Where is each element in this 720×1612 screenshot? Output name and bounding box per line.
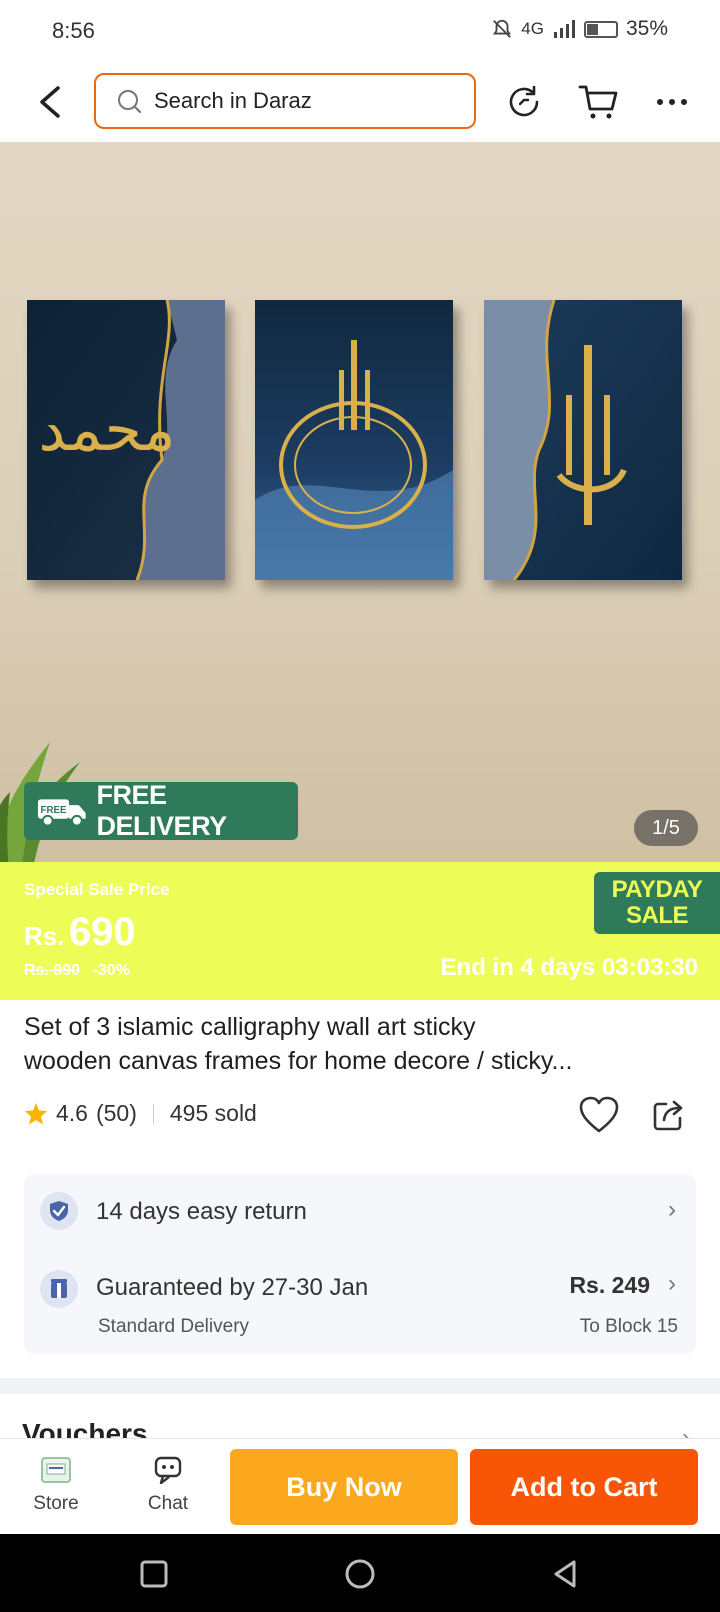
rating-row[interactable]: 4.6 (50) 495 sold xyxy=(24,1100,257,1127)
history-button[interactable] xyxy=(500,78,548,126)
chat-button[interactable]: Chat xyxy=(128,1451,208,1515)
service-card: 14 days easy return › Guaranteed by 27-3… xyxy=(24,1174,696,1354)
delivery-truck-icon: FREE xyxy=(37,799,86,827)
back-button[interactable] xyxy=(32,80,72,124)
sale-countdown: End in 4 days 03:03:30 xyxy=(440,954,698,981)
store-label: Store xyxy=(33,1493,79,1514)
payday-sale-badge: PAYDAY SALE xyxy=(594,872,720,934)
product-title: Set of 3 islamic calligraphy wall art st… xyxy=(24,1010,700,1078)
chat-label: Chat xyxy=(147,1493,189,1514)
store-button[interactable]: Store xyxy=(16,1451,96,1515)
section-divider xyxy=(0,1378,720,1394)
rating-value: 4.6 xyxy=(56,1100,88,1126)
sale-banner: Special Sale Price Rs. 690 Rs. 990 -30% … xyxy=(0,862,720,1000)
delivery-box-icon xyxy=(40,1270,78,1308)
delivery-price: Rs. 249 xyxy=(569,1272,650,1298)
refresh-history-icon xyxy=(509,85,539,117)
old-price-row: Rs. 990 -30% xyxy=(24,962,130,980)
chat-icon xyxy=(154,1456,182,1485)
canvas-panel-center xyxy=(255,300,453,580)
status-time: 8:56 xyxy=(52,18,95,43)
chevron-right-icon[interactable]: › xyxy=(668,1270,676,1298)
sold-count: 495 sold xyxy=(169,1100,257,1126)
network-type: 4G xyxy=(521,19,544,38)
discount: -30% xyxy=(92,962,130,979)
more-icon xyxy=(657,99,687,105)
cart-icon xyxy=(578,85,618,119)
title-line2: wooden canvas frames for home decore / s… xyxy=(24,1047,573,1075)
store-icon xyxy=(41,1457,71,1483)
image-pager: 1/5 xyxy=(634,810,698,846)
review-count: (50) xyxy=(95,1100,137,1126)
buy-now-button[interactable]: Buy Now xyxy=(230,1449,458,1525)
campaign-line2: SALE xyxy=(625,902,689,929)
battery-level: 35% xyxy=(625,17,668,40)
return-shield-icon xyxy=(40,1192,78,1230)
signal-icon xyxy=(553,20,575,38)
top-bar: Search in Daraz xyxy=(0,62,720,142)
wishlist-heart-icon[interactable] xyxy=(578,1096,620,1134)
status-icons: 4G 35% xyxy=(491,17,668,41)
more-button[interactable] xyxy=(648,78,696,126)
star-icon xyxy=(25,1102,47,1124)
product-image-gallery[interactable]: ﻣﺤﻤﺪ FREE FREE DELIVERY 1/5 xyxy=(0,142,720,862)
divider xyxy=(152,1103,154,1124)
back-nav-icon[interactable] xyxy=(548,1556,584,1592)
chevron-right-icon[interactable]: › xyxy=(668,1196,676,1224)
svg-text:ﻣﺤﻤﺪ: ﻣﺤﻤﺪ xyxy=(38,395,175,465)
price-value: 690 xyxy=(68,910,136,954)
canvas-panel-left: ﻣﺤﻤﺪ xyxy=(27,300,225,580)
sale-label: Special Sale Price xyxy=(24,880,170,899)
free-delivery-badge: FREE FREE DELIVERY xyxy=(24,780,298,841)
delivery-type: Standard Delivery xyxy=(98,1316,250,1337)
currency: Rs. xyxy=(24,921,65,951)
sale-price: Rs. 690 xyxy=(24,910,136,955)
delivery-guarantee[interactable]: Guaranteed by 27-30 Jan xyxy=(96,1274,368,1302)
mute-notifications-icon xyxy=(493,19,512,38)
system-navigation-bar xyxy=(0,1534,720,1612)
svg-text:FREE: FREE xyxy=(41,805,67,816)
title-line1: Set of 3 islamic calligraphy wall art st… xyxy=(24,1013,476,1041)
bottom-action-bar: Store Chat Buy Now Add to Cart xyxy=(0,1438,720,1534)
search-placeholder: Search in Daraz xyxy=(154,88,312,113)
return-policy[interactable]: 14 days easy return xyxy=(96,1198,307,1226)
search-icon xyxy=(118,90,142,114)
free-delivery-label: FREE DELIVERY xyxy=(96,780,228,841)
home-icon[interactable] xyxy=(342,1556,378,1592)
chevron-left-icon xyxy=(40,86,60,118)
status-bar: 8:56 4G 35% xyxy=(0,0,720,62)
cart-button[interactable] xyxy=(574,78,622,126)
canvas-panel-right xyxy=(484,300,682,580)
campaign-line1: PAYDAY xyxy=(611,876,703,903)
battery-icon xyxy=(583,20,618,38)
add-to-cart-button[interactable]: Add to Cart xyxy=(470,1449,698,1525)
delivery-destination: To Block 15 xyxy=(579,1316,678,1337)
recent-apps-icon[interactable] xyxy=(136,1556,172,1592)
search-input[interactable]: Search in Daraz xyxy=(94,73,476,129)
share-icon[interactable] xyxy=(652,1098,686,1132)
old-price: Rs. 990 xyxy=(24,962,81,979)
